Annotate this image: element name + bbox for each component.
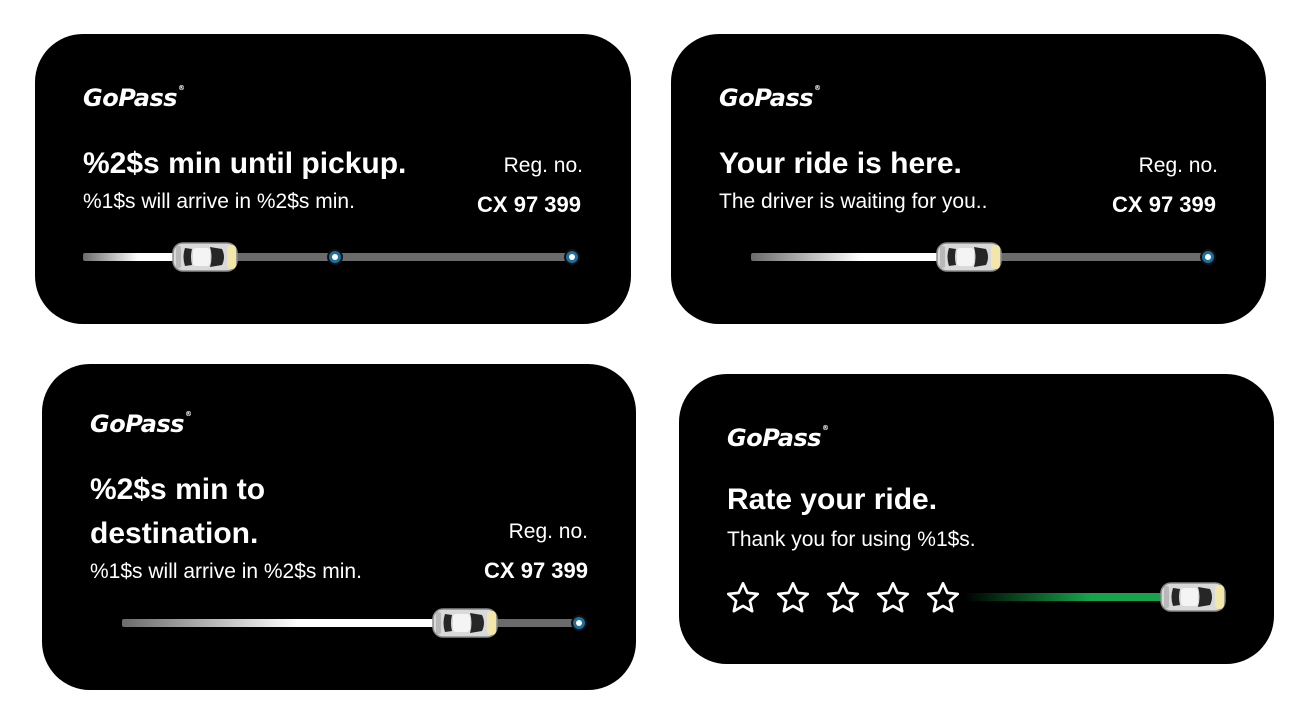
- progress-fill: [751, 253, 951, 261]
- car-icon: [936, 241, 1002, 273]
- car-icon: [1160, 581, 1226, 613]
- star-5-icon[interactable]: [925, 580, 961, 616]
- progress-fill: [964, 593, 1174, 601]
- star-4-icon[interactable]: [875, 580, 911, 616]
- reg-label: Reg. no.: [508, 520, 588, 543]
- card-rating: GoPass® Rate your ride. Thank you for us…: [679, 374, 1274, 664]
- card-subtitle: The driver is waiting for you..: [719, 190, 988, 213]
- reg-label: Reg. no.: [1138, 154, 1218, 177]
- star-1-icon[interactable]: [725, 580, 761, 616]
- card-arrived: GoPass® Your ride is here. The driver is…: [671, 34, 1266, 324]
- gopass-logo: GoPass®: [90, 410, 192, 438]
- gopass-logo: GoPass®: [727, 424, 829, 452]
- route-stop-icon: [1200, 249, 1216, 265]
- rating-stars: [725, 580, 961, 616]
- card-title-line2: destination.: [90, 517, 259, 550]
- progress-fill: [122, 619, 442, 627]
- gopass-logo: GoPass®: [719, 84, 821, 112]
- card-subtitle: Thank you for using %1$s.: [727, 528, 976, 551]
- progress-fill: [83, 253, 183, 261]
- card-subtitle: %1$s will arrive in %2$s min.: [83, 190, 355, 213]
- car-icon: [432, 607, 498, 639]
- card-subtitle: %1$s will arrive in %2$s min.: [90, 560, 362, 583]
- card-destination: GoPass® %2$s min to destination. %1$s wi…: [42, 364, 636, 690]
- reg-value: CX 97 399: [1112, 192, 1216, 217]
- card-title-line1: %2$s min to: [90, 473, 266, 506]
- star-3-icon[interactable]: [825, 580, 861, 616]
- route-stop-icon: [327, 249, 343, 265]
- car-icon: [172, 241, 238, 273]
- star-2-icon[interactable]: [775, 580, 811, 616]
- card-title: Your ride is here.: [719, 147, 962, 180]
- route-stop-icon: [564, 249, 580, 265]
- route-stop-icon: [571, 615, 587, 631]
- gopass-logo: GoPass®: [83, 84, 185, 112]
- card-title: %2$s min until pickup.: [83, 147, 407, 180]
- reg-label: Reg. no.: [503, 154, 583, 177]
- card-pickup: GoPass® %2$s min until pickup. %1$s will…: [35, 34, 631, 324]
- reg-value: CX 97 399: [477, 192, 581, 217]
- reg-value: CX 97 399: [484, 558, 588, 583]
- card-title: Rate your ride.: [727, 483, 938, 516]
